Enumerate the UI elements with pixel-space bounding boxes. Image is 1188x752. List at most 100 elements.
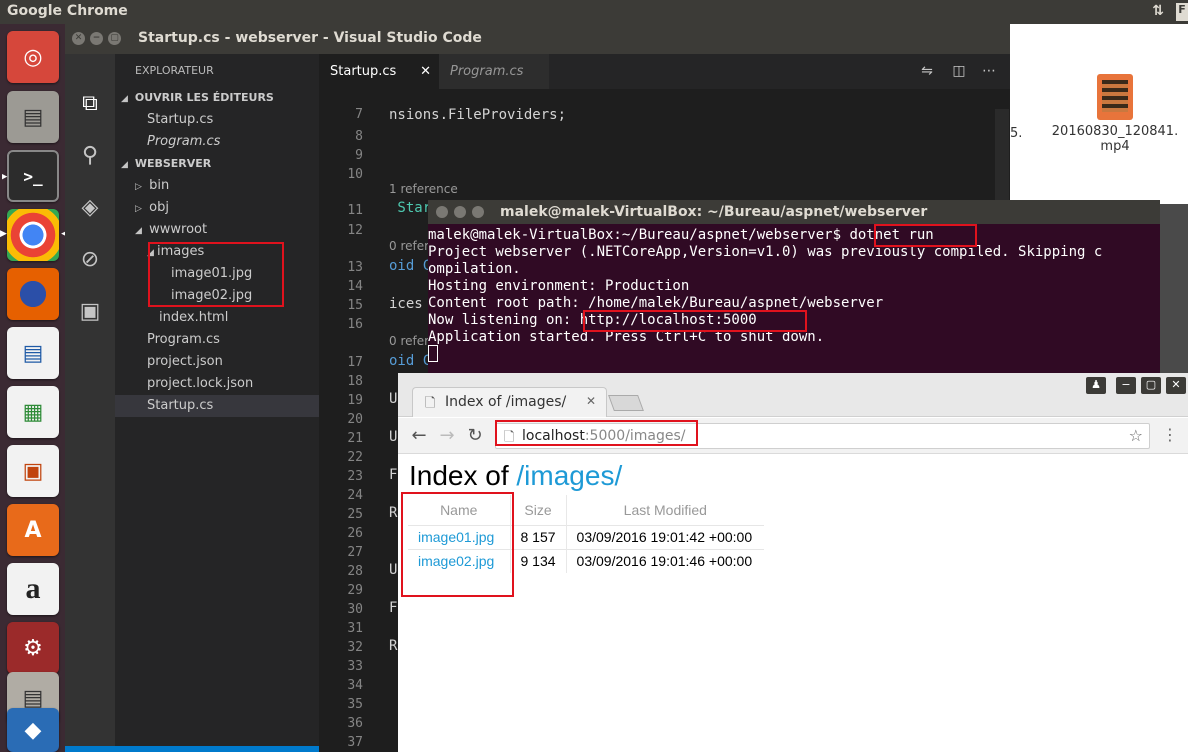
tree-folder-bin[interactable]: ▷ bin [115,175,319,197]
editor-tabs: Startup.cs ✕ Program.cs ⇋ ◫ ⋯ [319,54,1010,89]
open-changes-icon[interactable]: ⇋ [917,61,937,81]
chrome-menu-icon[interactable]: ⋮ [1162,425,1178,444]
codelens-reference[interactable]: 1 reference [389,182,458,196]
line-number: 9 [355,148,363,163]
libreoffice-calc-icon[interactable]: ▦ [7,386,59,438]
terminal-icon[interactable]: >_ ▶ [2,150,59,202]
annotation-address-bar [495,420,698,446]
system-settings-icon[interactable]: ⚙ [7,622,59,674]
open-editor-item[interactable]: Program.cs [115,131,319,153]
tree-file-project-json[interactable]: project.json [115,351,319,373]
firefox-icon[interactable] [7,268,59,320]
tree-file-program[interactable]: Program.cs [115,329,319,351]
bookmark-star-icon[interactable]: ☆ [1129,426,1143,445]
annotation-name-column [401,492,514,597]
line-number: 23 [347,469,363,484]
codelens-reference[interactable]: 0 refer [389,334,429,348]
line-number: 19 [347,393,363,408]
tab-program[interactable]: Program.cs [439,54,549,89]
maximize-icon[interactable]: ▢ [108,32,121,45]
line-number: 7 [355,107,363,122]
ubuntu-dash-icon[interactable]: ◎ [7,31,59,83]
close-icon[interactable]: ✕ [72,32,85,45]
software-center-icon[interactable]: A [7,504,59,556]
minimize-icon[interactable]: − [1116,377,1136,394]
open-editors-section[interactable]: ◢ OUVRIR LES ÉDITEURS [115,87,319,109]
file-size-cell: 8 157 [510,524,567,549]
line-number: 15 [347,298,363,313]
close-icon[interactable] [436,206,448,218]
minimize-icon[interactable] [454,206,466,218]
close-tab-icon[interactable]: ✕ [586,394,596,408]
network-icon[interactable]: ⇅ [1152,3,1164,19]
line-number: 33 [347,659,363,674]
more-actions-icon[interactable]: ⋯ [979,61,999,81]
page-content: Index of /images/ Name Size Last Modifie… [398,455,1188,752]
line-number: 11 [347,203,363,218]
line-number: 28 [347,564,363,579]
desktop-file-name-line1: 20160830_120841. [1051,124,1179,139]
title-prefix: Index of [409,460,517,491]
line-number: 20 [347,412,363,427]
terminal-cursor [428,345,438,362]
line-number: 30 [347,602,363,617]
close-icon[interactable]: ✕ [1166,377,1186,394]
keyboard-indicator[interactable]: F [1176,3,1188,21]
split-editor-icon[interactable]: ◫ [949,61,969,81]
codelens-reference[interactable]: 0 refer [389,239,429,253]
close-tab-icon[interactable]: ✕ [420,54,431,89]
project-section[interactable]: ◢ WEBSERVER [115,153,319,175]
line-number: 8 [355,129,363,144]
chevron-down-icon: ◢ [121,94,128,104]
virtualbox-icon[interactable]: ◆ [7,708,59,752]
code-line: F [389,467,398,483]
chevron-down-icon: ◢ [121,160,128,170]
maximize-icon[interactable]: ▢ [1141,377,1161,394]
open-editor-item[interactable]: Startup.cs [115,109,319,131]
title-link[interactable]: /images/ [516,460,622,491]
libreoffice-impress-icon[interactable]: ▣ [7,445,59,497]
amazon-icon[interactable]: a [7,563,59,615]
code-line: F [389,600,398,616]
terminal-line-prompt: malek@malek-VirtualBox:~/Bureau/aspnet/w… [428,227,934,244]
code-line: R [389,638,398,654]
git-icon[interactable]: ◈ [76,194,104,222]
tree-file-project-lock[interactable]: project.lock.json [115,373,319,395]
code-line: U [389,562,398,578]
browser-tab[interactable]: 🗋 Index of /images/ ✕ [412,387,607,417]
line-number: 26 [347,526,363,541]
tree-folder-wwwroot[interactable]: ◢ wwwroot [115,219,319,241]
top-panel: Google Chrome ⇅ F [0,0,1188,24]
terminal-window[interactable]: malek@malek-VirtualBox: ~/Bureau/aspnet/… [428,200,1160,380]
code-line: oid C [389,258,432,274]
desktop-video-file[interactable]: 20160830_120841. mp4 [1050,74,1180,154]
chevron-down-icon: ◢ [135,226,142,236]
tree-folder-obj[interactable]: ▷ obj [115,197,319,219]
reload-icon[interactable]: ↻ [464,425,486,447]
terminal-window-title: malek@malek-VirtualBox: ~/Bureau/aspnet/… [500,204,928,220]
line-number: 12 [347,223,363,238]
back-icon[interactable]: ← [408,425,430,447]
debug-icon[interactable]: ⊘ [76,246,104,274]
active-app-name: Google Chrome [7,3,128,19]
video-file-icon [1097,74,1133,120]
libreoffice-writer-icon[interactable]: ▤ [7,327,59,379]
tab-startup[interactable]: Startup.cs ✕ [319,54,439,89]
forward-icon[interactable]: → [436,425,458,447]
explorer-icon[interactable]: ⧉ [76,90,104,118]
annotation-listen-url [583,310,807,332]
extensions-icon[interactable]: ▣ [76,298,104,326]
search-icon[interactable]: ⚲ [76,142,104,170]
chrome-icon[interactable]: ▶◀ [0,209,68,261]
new-tab-button[interactable] [608,395,644,411]
profile-icon[interactable]: ♟ [1086,377,1106,394]
maximize-icon[interactable] [472,206,484,218]
files-icon[interactable]: ▤ [7,91,59,143]
status-bar [65,746,319,752]
tree-file-index[interactable]: index.html [115,307,319,329]
line-number: 37 [347,735,363,750]
code-line: nsions.FileProviders; [389,107,567,123]
minimize-icon[interactable]: − [90,32,103,45]
tree-file-startup[interactable]: Startup.cs [115,395,319,417]
terminal-line: Hosting environment: Production [428,278,690,294]
